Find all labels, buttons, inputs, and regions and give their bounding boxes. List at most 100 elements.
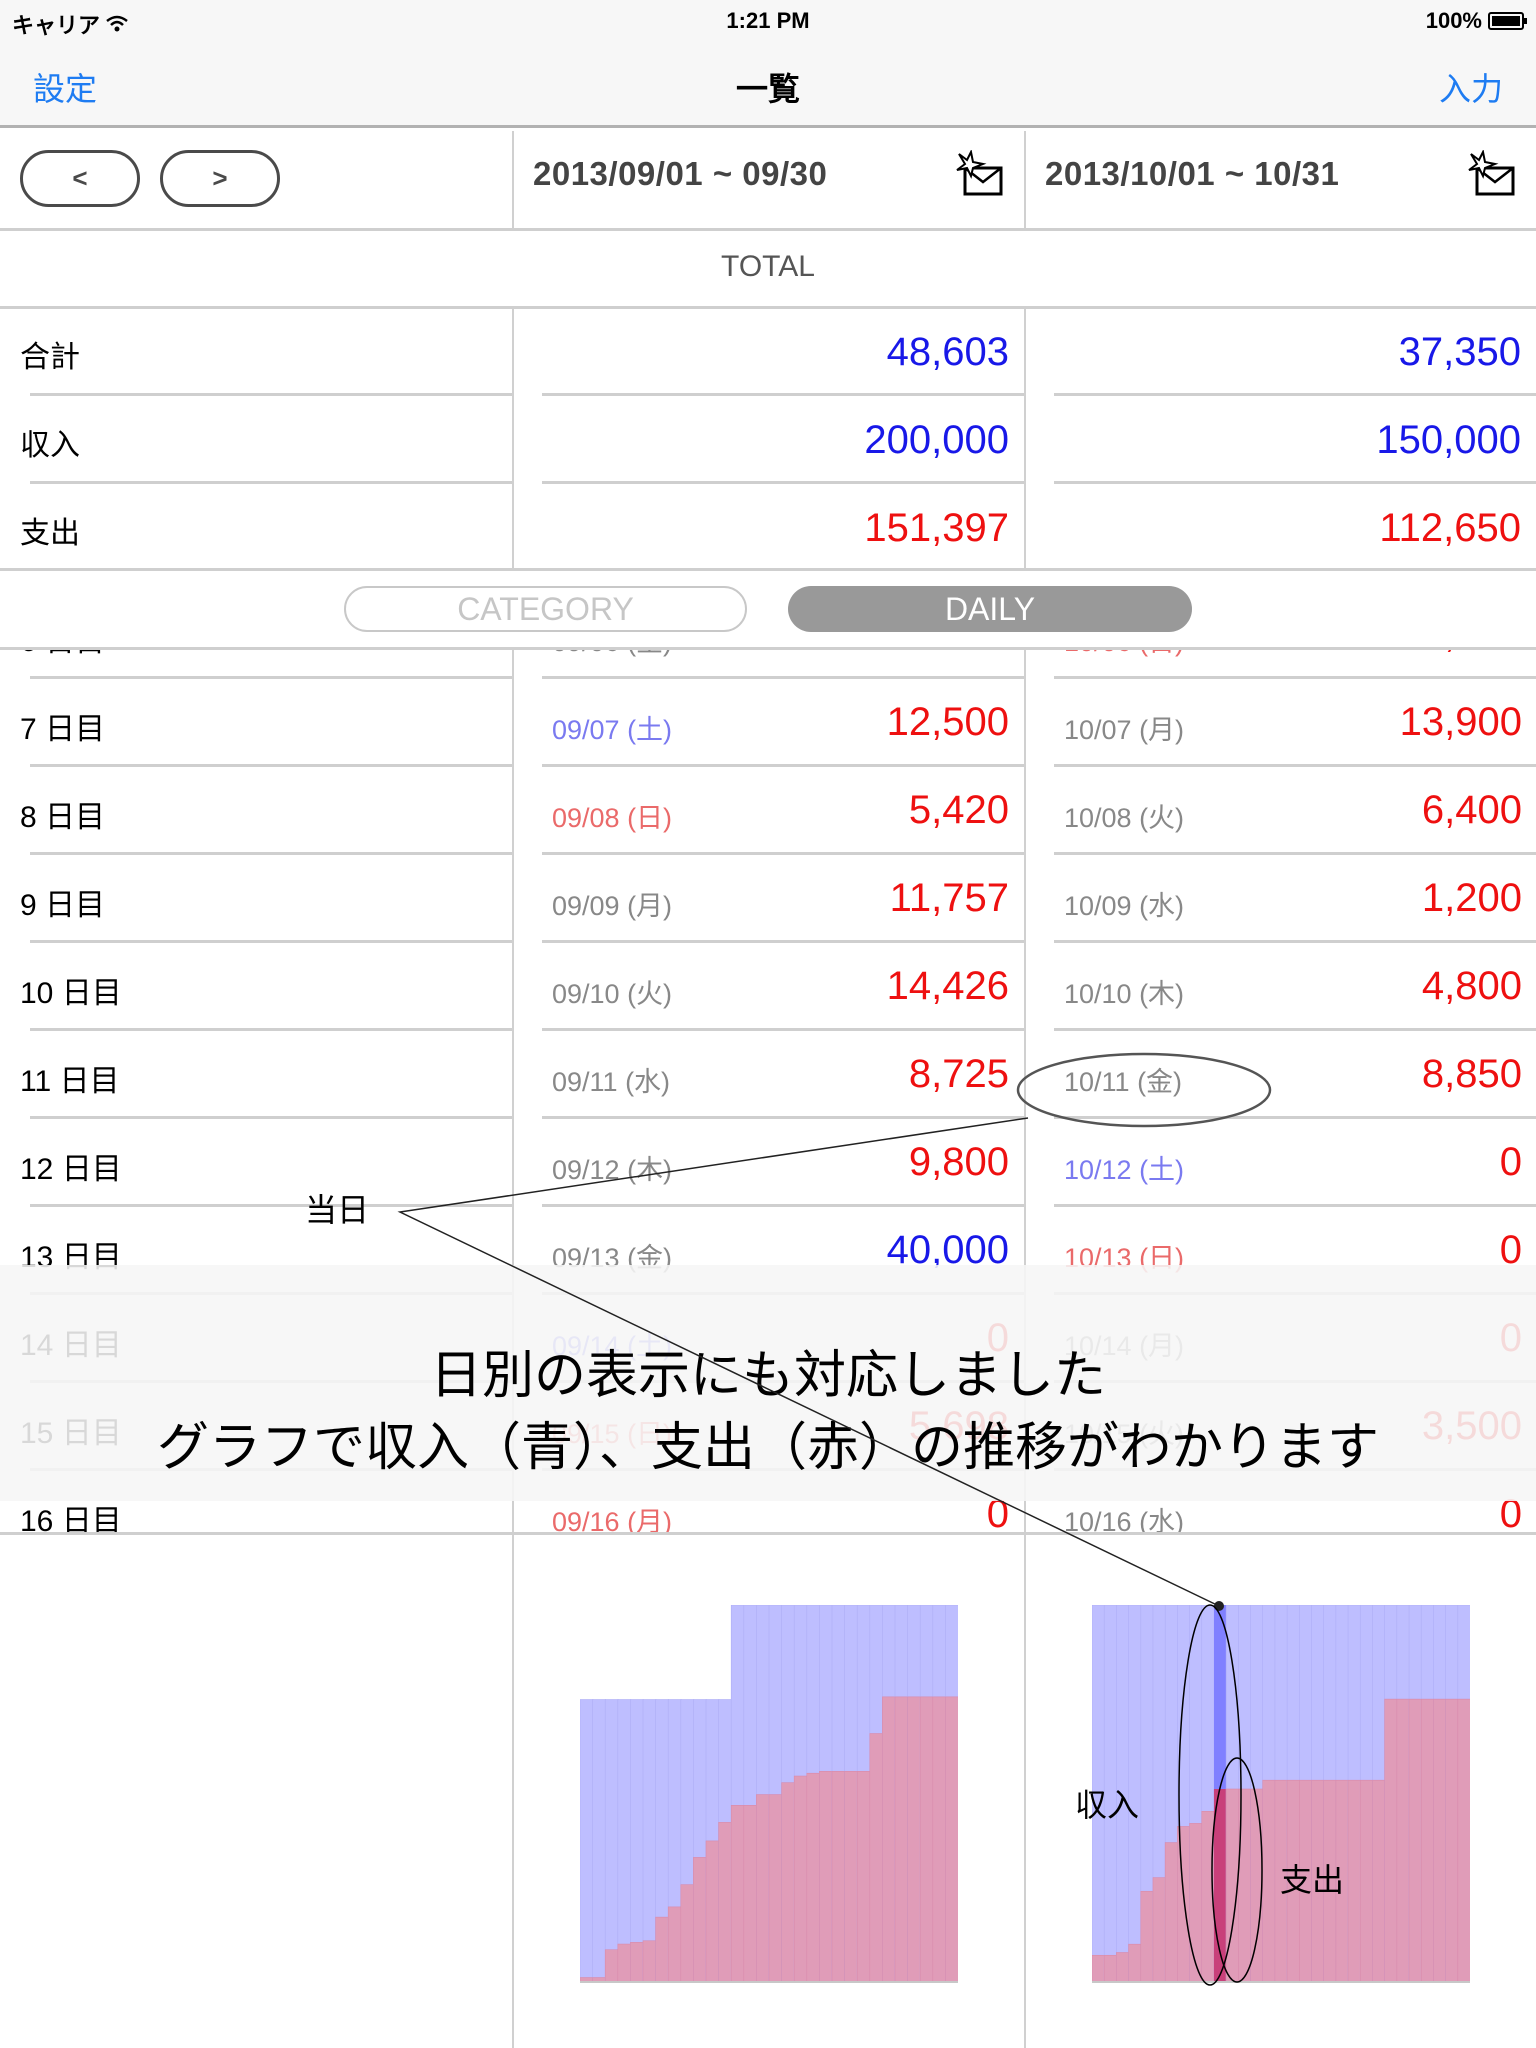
- row-divider: [1054, 481, 1536, 484]
- income-bar: [617, 1699, 632, 1983]
- amount-sep: 8,725: [908, 1052, 1009, 1096]
- expense-bar: [642, 1940, 657, 1983]
- status-bar: キャリア 1:21 PM 100%: [0, 0, 1536, 40]
- battery-percent: 100%: [1425, 8, 1482, 33]
- expense-bar: [1359, 1779, 1374, 1983]
- day-label: 8 日目: [20, 801, 106, 834]
- expense-bar: [856, 1771, 871, 1983]
- expense-bar: [1396, 1698, 1410, 1983]
- column-divider: [512, 131, 514, 229]
- summary-label-expense: 支出: [20, 517, 80, 550]
- divider: [0, 228, 1536, 231]
- amount-oct: 0: [1499, 1140, 1522, 1184]
- daily-row[interactable]: 7 日目 09/07 (土) 12,500 10/07 (月) 13,900: [0, 678, 1536, 766]
- mail-share-icon[interactable]: [1467, 150, 1519, 200]
- expense-bar: [919, 1696, 934, 1983]
- expense-bar: [819, 1771, 833, 1983]
- expense-bar: [1189, 1823, 1203, 1983]
- day-label: 16 日目: [20, 1505, 122, 1532]
- expense-bar: [1092, 1954, 1105, 1983]
- date-oct: 10/10 (木): [1064, 979, 1185, 1009]
- amount-sep: 850: [942, 650, 1009, 657]
- summary-label-total: 合計: [20, 341, 80, 374]
- date-oct: 10/16 (水): [1064, 1507, 1185, 1532]
- date-sep: 09/10 (火): [552, 979, 673, 1009]
- expense-bar: [869, 1733, 884, 1983]
- expense-bar: [667, 1906, 682, 1983]
- expense-bar: [1445, 1698, 1459, 1983]
- column-divider: [512, 1535, 514, 2048]
- date-oct: 10/08 (火): [1064, 803, 1185, 833]
- expense-bar: [1347, 1779, 1362, 1983]
- summary-total-sep: 48,603: [886, 330, 1009, 374]
- expense-bar: [1457, 1698, 1470, 1983]
- summary-expense-sep: 151,397: [864, 506, 1009, 550]
- daily-row[interactable]: 10 日目 09/10 (火) 14,426 10/10 (木) 4,800: [0, 942, 1536, 1030]
- amount-oct: 13,900: [1399, 700, 1522, 744]
- amount-sep: 9,800: [908, 1140, 1009, 1184]
- date-sep: 09/12 (木): [552, 1155, 673, 1185]
- daily-row[interactable]: 8 日目 09/08 (日) 5,420 10/08 (火) 6,400: [0, 766, 1536, 854]
- amount-oct: 5,430: [1422, 650, 1522, 657]
- amount-sep: 14,426: [886, 964, 1009, 1008]
- amount-sep: 11,757: [889, 876, 1009, 920]
- input-button[interactable]: 入力: [1439, 64, 1503, 110]
- segment-daily[interactable]: DAILY: [788, 586, 1192, 632]
- date-oct: 10/11 (金): [1064, 1067, 1183, 1097]
- row-divider: [30, 393, 512, 396]
- daily-row[interactable]: 9 日目 09/09 (月) 11,757 10/09 (水) 1,200: [0, 854, 1536, 942]
- expense-bar: [806, 1772, 821, 1983]
- expense-bar: [768, 1794, 783, 1983]
- expense-bar: [655, 1916, 669, 1983]
- date-sep: 09/06 (金): [552, 650, 672, 659]
- expense-bar: [705, 1840, 720, 1983]
- day-label: 6 日目: [20, 650, 105, 660]
- divider: [0, 306, 1536, 309]
- prev-period-button[interactable]: <: [20, 150, 140, 207]
- expense-bar: [617, 1943, 632, 1983]
- day-label: 7 日目: [20, 713, 106, 746]
- date-sep: 09/16 (月): [552, 1507, 673, 1532]
- day-label: 12 日目: [20, 1153, 122, 1186]
- date-sep: 09/08 (日): [552, 803, 673, 833]
- promo-line-2: グラフで収入（青）、支出（赤）の推移がわかります: [156, 1418, 1379, 1478]
- expense-bar: [1140, 1890, 1154, 1983]
- expense-bar: [907, 1696, 922, 1983]
- daily-row[interactable]: 6 日目 09/06 (金) 850 10/06 (日) 5,430: [0, 650, 1536, 678]
- expense-bar: [932, 1696, 947, 1983]
- expense-bar: [1372, 1779, 1386, 1983]
- battery-info: 100%: [1425, 8, 1527, 34]
- expense-bar: [730, 1805, 745, 1983]
- daily-row[interactable]: 11 日目 09/11 (水) 8,725 10/11 (金) 8,850: [0, 1030, 1536, 1118]
- expense-bar: [882, 1696, 896, 1983]
- next-period-button[interactable]: >: [160, 150, 280, 207]
- amount-sep: 5,420: [908, 788, 1009, 832]
- date-oct: 10/09 (水): [1064, 891, 1185, 921]
- mail-share-icon[interactable]: [955, 150, 1007, 200]
- column-divider: [512, 309, 514, 571]
- summary-expense-oct: 112,650: [1379, 506, 1521, 550]
- daily-row[interactable]: 12 日目 09/12 (木) 9,800 10/12 (土) 0: [0, 1118, 1536, 1206]
- date-sep: 09/11 (水): [552, 1067, 671, 1097]
- annotation-expense: 支出: [1280, 1861, 1345, 1899]
- date-oct: 10/07 (月): [1064, 715, 1185, 745]
- expense-bar: [630, 1942, 644, 1983]
- expense-bar: [1225, 1788, 1240, 1983]
- row-divider: [542, 393, 1024, 396]
- day-label: 11 日目: [20, 1065, 120, 1098]
- expense-bar: [1103, 1954, 1118, 1983]
- expense-bar: [604, 1949, 619, 1983]
- date-oct: 10/12 (土): [1064, 1155, 1185, 1185]
- expense-bar: [1164, 1842, 1179, 1983]
- promo-line-1: 日別の表示にも対応しました: [429, 1346, 1106, 1406]
- summary-income-sep: 200,000: [864, 418, 1009, 462]
- clock: 1:21 PM: [726, 8, 810, 33]
- page-title: 一覧: [735, 71, 800, 107]
- expense-bar: [1420, 1698, 1435, 1983]
- navigation-bar: 設定 一覧 入力: [0, 40, 1536, 128]
- total-header: TOTAL: [721, 250, 815, 283]
- expense-bar: [1384, 1698, 1398, 1983]
- date-sep: 09/09 (月): [552, 891, 673, 921]
- segment-category[interactable]: CATEGORY: [344, 586, 747, 632]
- expense-bar: [1213, 1789, 1227, 1983]
